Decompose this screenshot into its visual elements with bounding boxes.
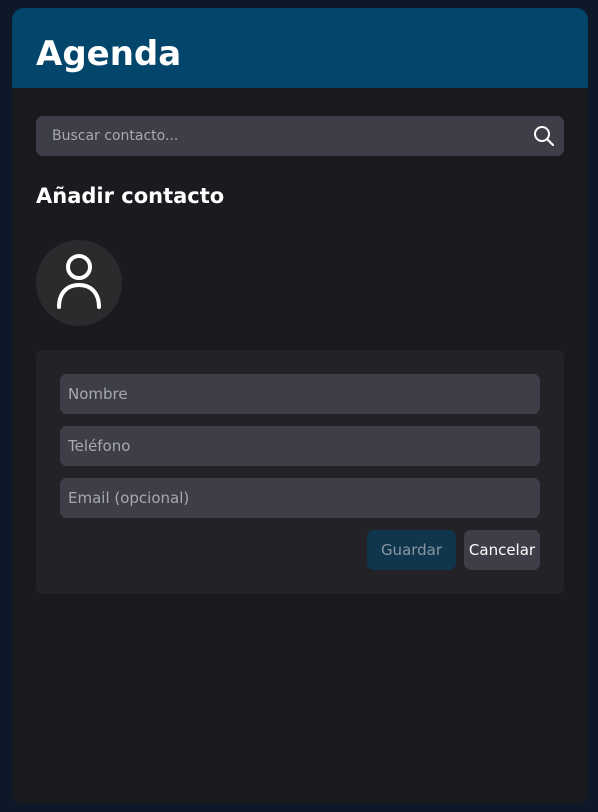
contact-form: Guardar Cancelar [36, 350, 564, 594]
user-icon [55, 251, 103, 315]
app-title: Agenda [36, 34, 182, 74]
search-input[interactable] [36, 116, 516, 156]
search-icon[interactable] [532, 124, 556, 148]
cancel-button[interactable]: Cancelar [464, 530, 540, 570]
search-bar [36, 116, 564, 156]
app-header: Agenda [12, 8, 588, 88]
email-field[interactable] [60, 478, 540, 518]
phone-field[interactable] [60, 426, 540, 466]
save-button[interactable]: Guardar [367, 530, 456, 570]
name-field[interactable] [60, 374, 540, 414]
add-contact-title: Añadir contacto [36, 184, 225, 208]
avatar[interactable] [36, 240, 122, 326]
app-window: Agenda Añadir contacto Guardar Cancelar [12, 8, 588, 804]
